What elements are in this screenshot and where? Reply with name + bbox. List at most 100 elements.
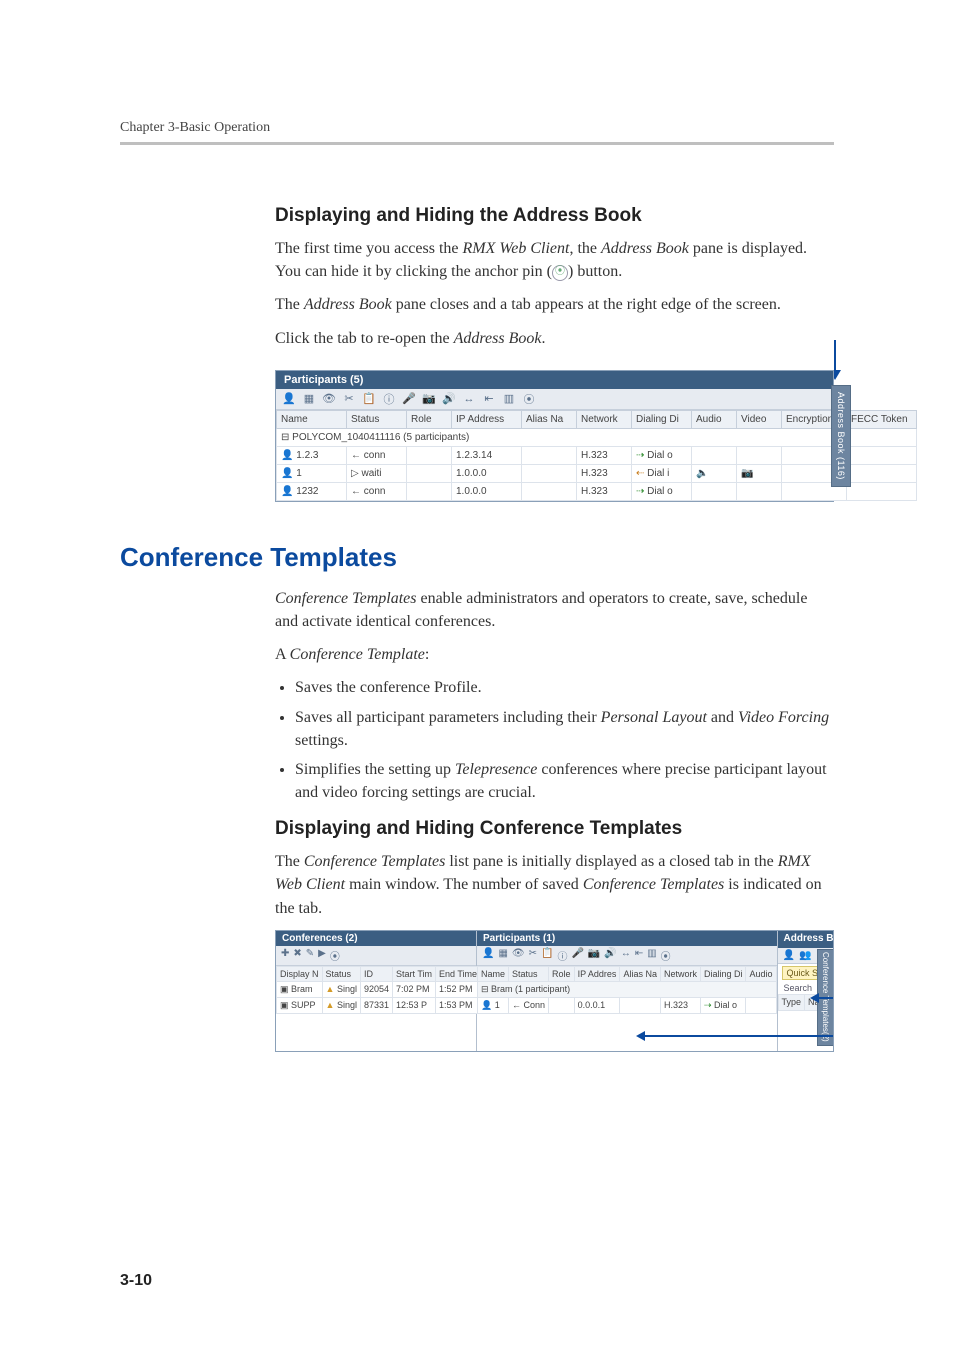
cell: 92054 [360, 981, 392, 997]
participants-pane-2: Participants (1) 👤 ▦ 👁 ✂ 📋 ⓘ 🎤 📷 🔊 ↔ ⇤ ▥… [477, 931, 778, 1051]
cell: 1.0.0.0 [452, 464, 522, 482]
link-icon[interactable]: ↔ [462, 392, 476, 406]
section1-p3: Click the tab to re-open the Address Boo… [275, 327, 834, 350]
stop-icon[interactable]: ⦿ [330, 948, 340, 963]
col-ip[interactable]: IP Address [452, 410, 522, 428]
col-name[interactable]: Name [277, 410, 347, 428]
text-italic: Conference Templates [583, 876, 724, 893]
table-row[interactable]: ▣ Bram ▲ Singl 92054 7:02 PM 1:52 PM [277, 981, 481, 997]
cell: 1:53 PM [436, 997, 481, 1013]
col[interactable]: Type [778, 994, 805, 1010]
col-network[interactable]: Network [577, 410, 632, 428]
cut-icon[interactable]: ✂ [529, 948, 537, 963]
dial-in-icon: ⇠ [636, 468, 644, 479]
cell: conn [364, 486, 386, 497]
clipboard-icon[interactable]: 📋 [541, 948, 553, 963]
view-icon[interactable]: 👁 [322, 392, 336, 406]
address-book-tab[interactable]: Address Book (116) [831, 385, 851, 487]
group-icon[interactable]: ▦ [302, 392, 316, 406]
col-audio[interactable]: Audio [692, 410, 737, 428]
text: The [275, 296, 304, 313]
speaker-icon[interactable]: 🔊 [442, 392, 456, 406]
text: Simplifies the setting up [295, 761, 455, 778]
text-italic: Address Book [304, 296, 392, 313]
col-status[interactable]: Status [347, 410, 407, 428]
col[interactable]: Role [549, 966, 575, 981]
delete-icon[interactable]: ✖ [293, 948, 301, 963]
section2-heading: Conference Templates [120, 542, 834, 573]
col[interactable]: Alias Na [620, 966, 661, 981]
title-text: Address Book [784, 933, 834, 946]
chapter-header: Chapter 3-Basic Operation [120, 120, 834, 136]
col[interactable]: Status [509, 966, 549, 981]
col[interactable]: Network [660, 966, 700, 981]
col[interactable]: Start Tim [393, 966, 436, 981]
edit-icon[interactable]: ✎ [306, 948, 314, 963]
col[interactable]: Name [478, 966, 509, 981]
arrow-left-icon: ← [351, 450, 361, 461]
group-label: POLYCOM_1040411116 (5 participants) [292, 432, 469, 443]
play-icon[interactable]: ▶ [318, 948, 326, 963]
col-video[interactable]: Video [737, 410, 782, 428]
table-row[interactable]: 👤 1 ▷ waiti 1.0.0.0 H.323 ⇠ Dial i 🔈 📷 [277, 464, 917, 482]
add-icon[interactable]: ✚ [281, 948, 289, 963]
list-item: Simplifies the setting up Telepresence c… [295, 758, 834, 804]
conferences-pane: Conferences (2) ✚ ✖ ✎ ▶ ⦿ Display N Stat… [276, 931, 477, 1051]
clipboard-icon[interactable]: 📋 [362, 392, 376, 406]
table-row[interactable]: 👤 1.2.3 ← conn 1.2.3.14 H.323 ⇢ Dial o [277, 446, 917, 464]
text: and [707, 709, 738, 726]
text-italic: Conference Templates [275, 590, 416, 607]
move-left-icon[interactable]: ⇤ [635, 948, 643, 963]
dial-out-icon: ⇢ [636, 486, 644, 497]
text: list pane is initially displayed as a cl… [445, 853, 777, 870]
person-add-icon[interactable]: 👤 [783, 950, 795, 961]
mic-icon[interactable]: 🎤 [571, 948, 583, 963]
text: Saves all participant parameters includi… [295, 709, 601, 726]
table-header: Name Status Role IP Addres Alias Na Netw… [478, 966, 777, 981]
person-add-icon[interactable]: 👤 [282, 392, 296, 406]
stop-icon[interactable]: ⦿ [522, 392, 536, 406]
move-left-icon[interactable]: ⇤ [482, 392, 496, 406]
col-alias[interactable]: Alias Na [522, 410, 577, 428]
col[interactable]: End Time [436, 966, 481, 981]
table-row[interactable]: 👤 1232 ← conn 1.0.0.0 H.323 ⇢ Dial o [277, 482, 917, 500]
table-row[interactable]: 👤 1 ← Conn 0.0.0.1 H.323 ⇢ Dial o [478, 997, 777, 1013]
layout-icon[interactable]: ▥ [647, 948, 656, 963]
stop-icon[interactable]: ⦿ [661, 948, 671, 963]
part-toolbar-2: 👤 ▦ 👁 ✂ 📋 ⓘ 🎤 📷 🔊 ↔ ⇤ ▥ ⦿ [477, 946, 777, 966]
group-icon[interactable]: 👥 [799, 950, 811, 961]
group-icon[interactable]: ▦ [498, 948, 507, 963]
table-row[interactable]: ▣ SUPP ▲ Singl 87331 12:53 P 1:53 PM [277, 997, 481, 1013]
col[interactable]: Dialing Di [700, 966, 746, 981]
col[interactable]: IP Addres [574, 966, 620, 981]
person-add-icon[interactable]: 👤 [482, 948, 494, 963]
group-row[interactable]: ⊟ POLYCOM_1040411116 (5 participants) [277, 428, 917, 446]
group-row[interactable]: ⊟ Bram (1 participant) [478, 981, 777, 997]
table-header: Name Status Role IP Address Alias Na Net… [277, 410, 917, 428]
speaker-icon[interactable]: 🔊 [604, 948, 616, 963]
cut-icon[interactable]: ✂ [342, 392, 356, 406]
cell: Bram [291, 984, 313, 994]
participant-icon: 👤 [281, 468, 293, 479]
view-icon[interactable]: 👁 [512, 948, 525, 963]
mic-icon[interactable]: 🎤 [402, 392, 416, 406]
link-icon[interactable]: ↔ [621, 948, 631, 963]
arrow-line [638, 1035, 834, 1037]
col-role[interactable]: Role [407, 410, 452, 428]
cam-icon[interactable]: 📷 [588, 948, 600, 963]
info-icon[interactable]: ⓘ [557, 948, 567, 963]
col[interactable]: Audio [746, 966, 776, 981]
layout-icon[interactable]: ▥ [502, 392, 516, 406]
col-fecc[interactable]: FECC Token [847, 410, 917, 428]
col[interactable]: Status [322, 966, 360, 981]
text: Saves the conference Profile. [295, 679, 482, 696]
arrow-left-icon: ← [351, 486, 361, 497]
info-icon[interactable]: ⓘ [382, 392, 396, 406]
col-dialing[interactable]: Dialing Di [632, 410, 692, 428]
col[interactable]: Display N [277, 966, 323, 981]
cell: 87331 [360, 997, 392, 1013]
cell: conn [364, 450, 386, 461]
cam-icon[interactable]: 📷 [422, 392, 436, 406]
col[interactable]: ID [360, 966, 392, 981]
participant-icon: 👤 [281, 450, 293, 461]
